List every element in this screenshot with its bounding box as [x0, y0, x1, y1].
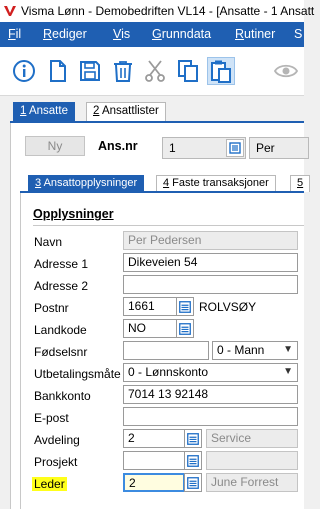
prosjekt-lookup-button[interactable] — [184, 451, 202, 470]
postnr-field[interactable]: 1661 — [123, 297, 177, 316]
menu-s[interactable]: S — [294, 27, 302, 41]
adresse2-label: Adresse 2 — [34, 279, 89, 293]
utbetaling-select[interactable]: 0 - Lønnskonto ▼ — [123, 363, 298, 382]
fodselsnr-label: Fødselsnr — [34, 345, 88, 359]
landkode-label: Landkode — [34, 323, 87, 337]
info-icon[interactable] — [10, 57, 38, 85]
paste-icon[interactable] — [207, 57, 235, 85]
chevron-down-icon: ▼ — [283, 366, 293, 377]
chevron-down-icon: ▼ — [283, 344, 293, 355]
tab-ansattlister[interactable]: 2 Ansattlister — [86, 102, 166, 122]
prosjekt-label: Prosjekt — [34, 455, 78, 469]
avdeling-lookup-button[interactable] — [184, 429, 202, 448]
navn-field: Per Pedersen — [123, 231, 298, 250]
menu-rutiner[interactable]: Rutiner — [235, 27, 275, 41]
landkode-field[interactable]: NO — [123, 319, 177, 338]
ansnr-lookup-button[interactable] — [226, 139, 244, 157]
prosjekt-name — [206, 451, 298, 470]
menu-bar: Fil Rediger Vis Grunndata Rutiner S — [0, 22, 304, 47]
view-icon[interactable] — [272, 57, 300, 85]
tab-ansattopplysninger[interactable]: 3 Ansattopplysninger — [28, 175, 145, 192]
list-icon — [179, 300, 191, 313]
cut-icon[interactable] — [141, 57, 169, 85]
ansnr-label: Ans.nr — [98, 139, 138, 153]
leder-lookup-button[interactable] — [184, 473, 202, 492]
list-icon — [187, 454, 199, 467]
list-icon — [187, 432, 199, 445]
postnr-label: Postnr — [34, 301, 69, 315]
leder-label: Leder — [32, 477, 67, 491]
toolbar — [0, 47, 304, 96]
list-icon — [229, 142, 241, 154]
employee-name-preview: Per — [249, 137, 309, 159]
epost-label: E-post — [34, 411, 69, 425]
avdeling-label: Avdeling — [34, 433, 80, 447]
utbetaling-label: Utbetalingsmåte — [34, 367, 121, 381]
menu-rediger[interactable]: Rediger — [43, 27, 87, 41]
fodselsnr-field[interactable] — [123, 341, 209, 360]
postnr-place: ROLVSØY — [199, 300, 257, 314]
leder-field[interactable]: 2 — [123, 473, 185, 492]
prosjekt-field[interactable] — [123, 451, 185, 470]
list-icon — [179, 322, 191, 335]
bankkonto-label: Bankkonto — [34, 389, 91, 403]
tab-5[interactable]: 5 — [290, 175, 311, 192]
menu-fil[interactable]: Fil — [8, 27, 21, 41]
title-bar: Visma Lønn - Demobedriften VL14 - [Ansat… — [0, 0, 314, 22]
postnr-lookup-button[interactable] — [176, 297, 194, 316]
adresse1-label: Adresse 1 — [34, 257, 89, 271]
menu-vis[interactable]: Vis — [113, 27, 130, 41]
section-title: Opplysninger — [33, 207, 114, 221]
new-document-icon[interactable] — [44, 57, 72, 85]
bankkonto-field[interactable]: 7014 13 92148 — [123, 385, 298, 404]
adresse1-field[interactable]: Dikeveien 54 — [123, 253, 298, 272]
list-icon — [187, 476, 199, 489]
app-icon — [4, 6, 16, 16]
window-title: Visma Lønn - Demobedriften VL14 - [Ansat… — [21, 4, 315, 18]
landkode-lookup-button[interactable] — [176, 319, 194, 338]
leder-name: June Forrest — [206, 473, 298, 492]
save-icon[interactable] — [76, 57, 104, 85]
section-divider — [33, 225, 304, 226]
tab-ansatte[interactable]: 1 Ansatte — [13, 102, 75, 122]
navn-label: Navn — [34, 235, 63, 249]
avdeling-name: Service — [206, 429, 298, 448]
adresse2-field[interactable] — [123, 275, 298, 294]
avdeling-field[interactable]: 2 — [123, 429, 185, 448]
epost-field[interactable] — [123, 407, 298, 426]
tab-faste-transaksjoner[interactable]: 4 Faste transaksjoner — [156, 175, 276, 192]
new-employee-button[interactable]: Ny — [25, 136, 85, 156]
delete-icon[interactable] — [109, 57, 137, 85]
gender-select[interactable]: 0 - Mann ▼ — [212, 341, 298, 360]
copy-icon[interactable] — [174, 57, 202, 85]
menu-grunndata[interactable]: Grunndata — [152, 27, 211, 41]
